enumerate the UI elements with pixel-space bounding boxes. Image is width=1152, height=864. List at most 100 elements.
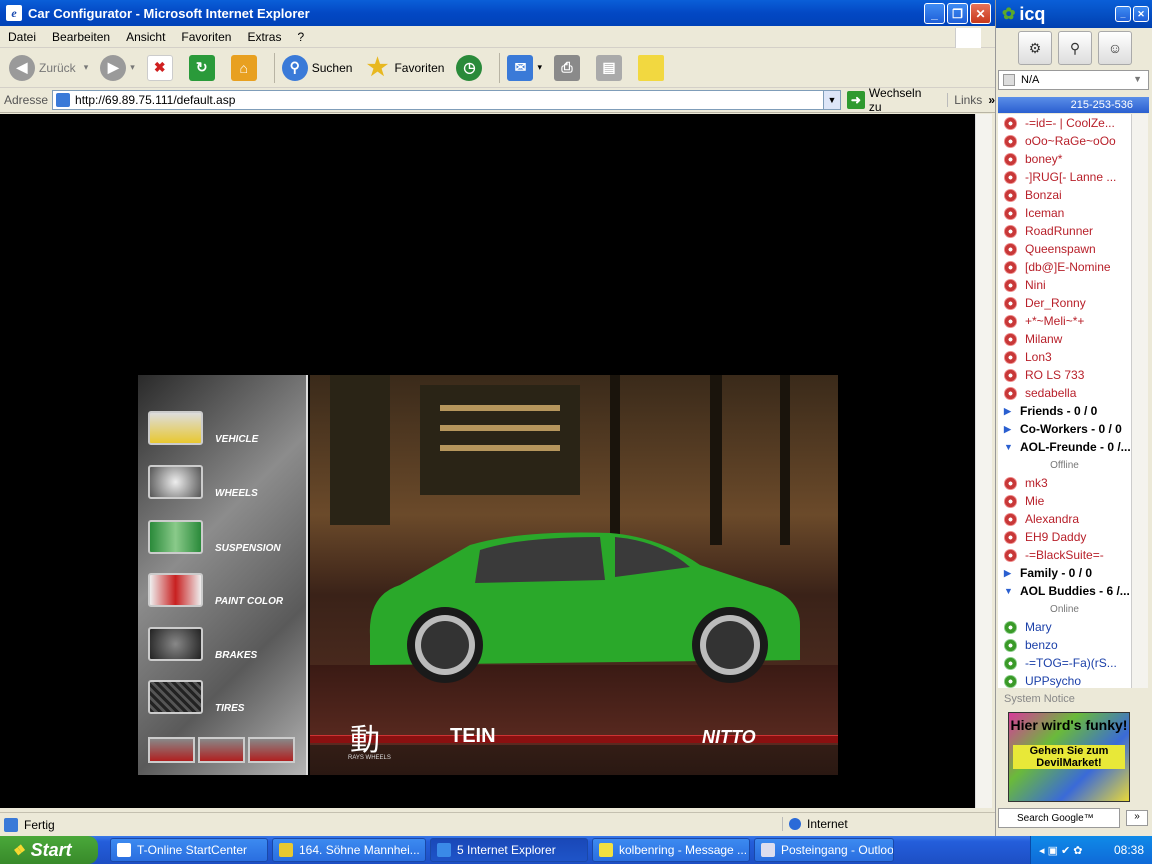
offline-flower-icon bbox=[1004, 530, 1017, 544]
contact-item[interactable]: UPPsycho bbox=[998, 672, 1131, 688]
tray-icons[interactable]: ◂ ▣ ✔ ✿ bbox=[1039, 844, 1083, 857]
icq-close-button[interactable]: ✕ bbox=[1133, 6, 1149, 22]
menu-brakes[interactable]: BRAKES bbox=[148, 625, 298, 661]
stop-button[interactable]: ✖ bbox=[144, 52, 180, 84]
print-button[interactable]: ⎙ bbox=[551, 52, 587, 84]
close-button[interactable]: ✕ bbox=[970, 3, 991, 24]
contact-item[interactable]: Alexandra bbox=[998, 510, 1131, 528]
edit-button[interactable]: ▤ bbox=[593, 52, 629, 84]
na-status-icon bbox=[1003, 74, 1015, 86]
history-button[interactable]: ◷ bbox=[453, 52, 489, 84]
icq-system-notice[interactable]: System Notice bbox=[998, 689, 1149, 709]
icq-minimize-button[interactable]: _ bbox=[1115, 6, 1131, 22]
menu-help[interactable]: ? bbox=[289, 30, 312, 44]
address-label: Adresse bbox=[4, 93, 49, 107]
contact-item[interactable]: benzo bbox=[998, 636, 1131, 654]
contact-group[interactable]: ▶ Family - 0 / 0 bbox=[998, 564, 1131, 582]
contact-item[interactable]: Lon3 bbox=[998, 348, 1131, 366]
offline-flower-icon bbox=[1004, 332, 1017, 346]
contact-item[interactable]: sedabella bbox=[998, 384, 1131, 402]
icq-scrollbar[interactable] bbox=[1131, 114, 1148, 688]
contact-item[interactable]: RO LS 733 bbox=[998, 366, 1131, 384]
menu-bar: Datei Bearbeiten Ansicht Favoriten Extra… bbox=[0, 26, 995, 48]
icq-status-select[interactable]: N/A ▼ bbox=[998, 70, 1149, 90]
preset-thumb-3[interactable] bbox=[248, 737, 295, 763]
contact-item[interactable]: Mie bbox=[998, 492, 1131, 510]
menu-ansicht[interactable]: Ansicht bbox=[118, 30, 173, 44]
preset-thumb-2[interactable] bbox=[198, 737, 245, 763]
icq-google-search[interactable]: Search Google™ bbox=[998, 808, 1120, 828]
wheel-thumb-icon bbox=[148, 465, 203, 499]
contact-item[interactable]: Der_Ronny bbox=[998, 294, 1131, 312]
contact-item[interactable]: Milanw bbox=[998, 330, 1131, 348]
offline-flower-icon bbox=[1004, 206, 1017, 220]
contact-item[interactable]: Iceman bbox=[998, 204, 1131, 222]
icq-window: ✿ icq _ ✕ ⚙ ⚲ ☺ N/A ▼ 215-253-536 -=id=-… bbox=[995, 0, 1152, 836]
contact-group[interactable]: ▶ Friends - 0 / 0 bbox=[998, 402, 1131, 420]
icq-settings-button[interactable]: ⚙ bbox=[1018, 31, 1052, 65]
menu-tires[interactable]: TIRES bbox=[148, 678, 298, 714]
back-button[interactable]: ◀ Zurück ▾ bbox=[6, 52, 91, 84]
notes-button[interactable] bbox=[635, 52, 671, 84]
contact-item[interactable]: EH9 Daddy bbox=[998, 528, 1131, 546]
icq-search-go-button[interactable]: » bbox=[1126, 810, 1148, 826]
menu-paint-color[interactable]: PAINT COLOR bbox=[148, 571, 298, 607]
icq-search-button[interactable]: ⚲ bbox=[1058, 31, 1092, 65]
task-outlook[interactable]: Posteingang - Outloo... bbox=[754, 838, 894, 862]
offline-flower-icon bbox=[1004, 152, 1017, 166]
contact-item[interactable]: Queenspawn bbox=[998, 240, 1131, 258]
contact-item[interactable]: +*~Meli~*+ bbox=[998, 312, 1131, 330]
contact-group[interactable]: ▶ Co-Workers - 0 / 0 bbox=[998, 420, 1131, 438]
minimize-button[interactable]: _ bbox=[924, 3, 945, 24]
contact-item[interactable]: [db@]E-Nomine bbox=[998, 258, 1131, 276]
menu-datei[interactable]: Datei bbox=[0, 30, 44, 44]
menu-extras[interactable]: Extras bbox=[239, 30, 289, 44]
contact-item[interactable]: -=TOG=-Fa)(rS... bbox=[998, 654, 1131, 672]
contact-group[interactable]: ▼ AOL-Freunde - 0 /... bbox=[998, 438, 1131, 456]
task-t-online[interactable]: T-Online StartCenter bbox=[110, 838, 268, 862]
icq-people-button[interactable]: ☺ bbox=[1098, 31, 1132, 65]
page-scrollbar[interactable] bbox=[975, 114, 992, 808]
task-kolbenring[interactable]: kolbenring - Message ... bbox=[592, 838, 750, 862]
start-button[interactable]: ❖ Start bbox=[0, 836, 98, 864]
contact-item[interactable]: Bonzai bbox=[998, 186, 1131, 204]
home-button[interactable]: ⌂ bbox=[228, 52, 264, 84]
contact-item[interactable]: -=id=- | CoolZe... bbox=[998, 114, 1131, 132]
contact-group[interactable]: ▼ AOL Buddies - 6 /... bbox=[998, 582, 1131, 600]
go-button[interactable]: Wechseln zu bbox=[869, 86, 937, 114]
menu-bearbeiten[interactable]: Bearbeiten bbox=[44, 30, 118, 44]
contact-item[interactable]: -]RUG[- Lanne ... bbox=[998, 168, 1131, 186]
menu-favoriten[interactable]: Favoriten bbox=[173, 30, 239, 44]
menu-vehicle[interactable]: VEHICLE bbox=[148, 409, 298, 445]
contact-item[interactable]: Mary bbox=[998, 618, 1131, 636]
address-dropdown-button[interactable]: ▼ bbox=[822, 91, 840, 109]
menu-suspension[interactable]: SUSPENSION bbox=[148, 518, 298, 554]
favorites-button[interactable]: ★ Favoriten bbox=[361, 52, 447, 84]
contact-item[interactable]: Nini bbox=[998, 276, 1131, 294]
task-internet-explorer[interactable]: 5 Internet Explorer bbox=[430, 838, 588, 862]
preset-thumb-1[interactable] bbox=[148, 737, 195, 763]
contact-item[interactable]: oOo~RaGe~oOo bbox=[998, 132, 1131, 150]
address-input[interactable]: http://69.89.75.111/default.asp ▼ bbox=[52, 90, 841, 110]
menu-wheels[interactable]: WHEELS bbox=[148, 463, 298, 499]
mail-button[interactable]: ✉ ▾ bbox=[504, 52, 545, 84]
forward-button[interactable]: ▶ ▾ bbox=[97, 52, 138, 84]
task-soehne[interactable]: 164. Söhne Mannhei... bbox=[272, 838, 426, 862]
icq-ad-banner[interactable]: Hier wird's funky! Gehen Sie zum DevilMa… bbox=[1008, 712, 1130, 802]
vehicle-thumb-icon bbox=[148, 411, 203, 445]
status-bar: Fertig Internet bbox=[0, 812, 995, 836]
contact-item[interactable]: mk3 bbox=[998, 474, 1131, 492]
refresh-button[interactable]: ↻ bbox=[186, 52, 222, 84]
contact-item[interactable]: -=BlackSuite=- bbox=[998, 546, 1131, 564]
online-flower-icon bbox=[1004, 656, 1017, 670]
car-preview: 動 RAYS WHEELS TEIN NITTO bbox=[310, 375, 838, 775]
offline-flower-icon bbox=[1004, 188, 1017, 202]
contact-item[interactable]: boney* bbox=[998, 150, 1131, 168]
chevron-right-icon[interactable]: » bbox=[988, 93, 995, 107]
maximize-button[interactable]: ❐ bbox=[947, 3, 968, 24]
links-button[interactable]: Links bbox=[947, 93, 982, 107]
tein-logo: TEIN bbox=[450, 725, 496, 747]
go-arrow-icon[interactable]: ➜ bbox=[846, 91, 865, 109]
search-button[interactable]: ⚲ Suchen bbox=[279, 52, 356, 84]
contact-item[interactable]: RoadRunner bbox=[998, 222, 1131, 240]
